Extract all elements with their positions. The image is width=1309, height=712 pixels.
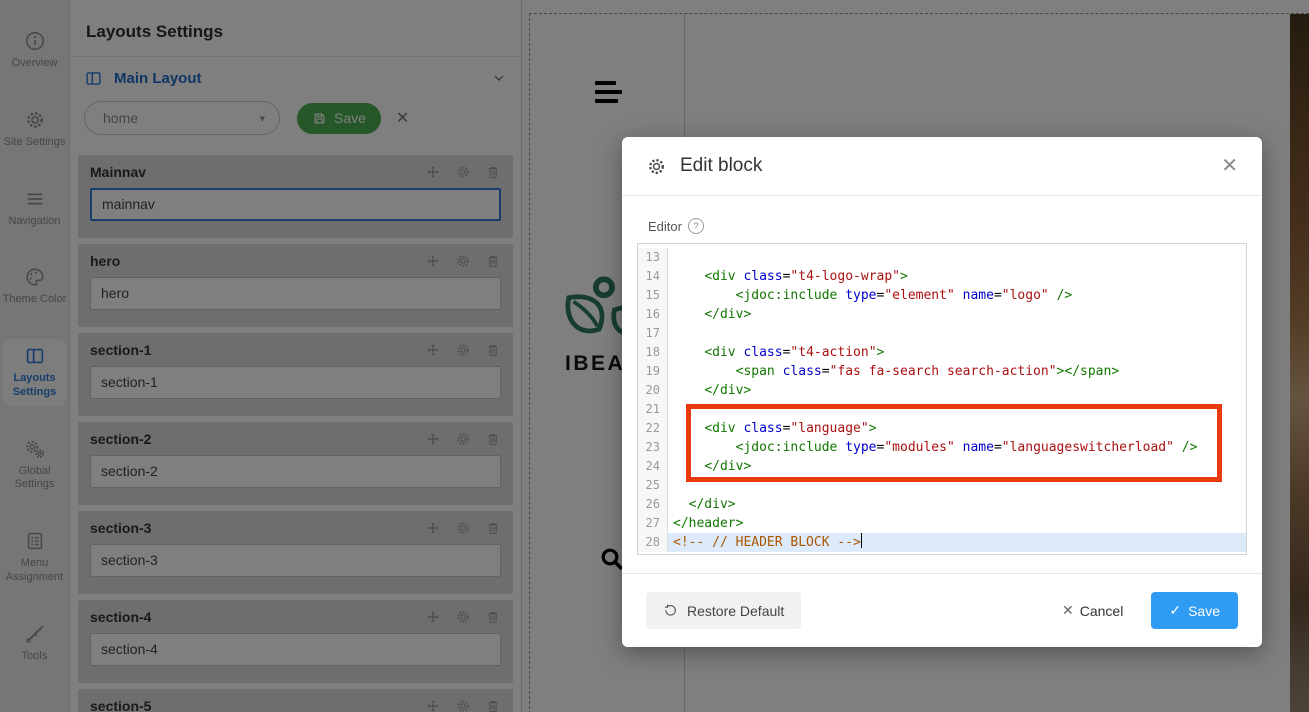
- code-line[interactable]: 17: [638, 324, 1246, 343]
- line-number: 28: [638, 533, 668, 552]
- modal-body: Editor ? 13 14 <div class="t4-logo-wrap">…: [622, 218, 1262, 555]
- line-number: 14: [638, 267, 668, 286]
- code-line[interactable]: 27 </header>: [638, 514, 1246, 533]
- line-number: 18: [638, 343, 668, 362]
- code-line[interactable]: 15 <jdoc:include type="element" name="lo…: [638, 286, 1246, 305]
- help-icon[interactable]: ?: [687, 218, 704, 234]
- line-number: 23: [638, 438, 668, 457]
- line-number: 24: [638, 457, 668, 476]
- line-number: 26: [638, 495, 668, 514]
- line-number: 19: [638, 362, 668, 381]
- code-line[interactable]: 25: [638, 476, 1246, 495]
- line-number: 22: [638, 419, 668, 438]
- code-line[interactable]: 24 </div>: [638, 457, 1246, 476]
- check-icon: ✓: [1169, 602, 1182, 618]
- restore-default-button[interactable]: Restore Default: [646, 592, 802, 629]
- modal-title: Edit block: [680, 155, 763, 176]
- code-line[interactable]: 18 <div class="t4-action">: [638, 343, 1246, 362]
- restore-icon: [665, 604, 676, 616]
- code-editor[interactable]: 13 14 <div class="t4-logo-wrap"> 15 <jdoc:…: [637, 243, 1247, 555]
- code-line[interactable]: 26 </div>: [638, 495, 1246, 514]
- line-number: 15: [638, 286, 668, 305]
- gear-icon: [646, 156, 667, 177]
- code-line[interactable]: 23 <jdoc:include type="modules" name="la…: [638, 438, 1246, 457]
- edit-block-modal: Edit block ✕ Editor ? 13 14 <div class="t…: [622, 137, 1262, 647]
- code-line[interactable]: 19 <span class="fas fa-search search-act…: [638, 362, 1246, 381]
- line-number: 20: [638, 381, 668, 400]
- line-number: 17: [638, 324, 668, 343]
- editor-field-label: Editor: [648, 218, 682, 234]
- text-cursor: [860, 533, 863, 548]
- line-number: 21: [638, 400, 668, 419]
- code-line[interactable]: 16 </div>: [638, 305, 1246, 324]
- code-line[interactable]: 13: [638, 248, 1246, 267]
- modal-save-button[interactable]: ✓ Save: [1151, 592, 1238, 629]
- app-window: OverviewSite SettingsNavigationTheme Col…: [0, 0, 1309, 712]
- line-number: 16: [638, 305, 668, 324]
- code-line[interactable]: 21: [638, 400, 1246, 419]
- modal-close-icon[interactable]: ✕: [1221, 156, 1238, 176]
- cancel-button[interactable]: ✕ Cancel: [1062, 602, 1123, 619]
- modal-header: Edit block ✕: [622, 137, 1262, 196]
- code-line[interactable]: 20 </div>: [638, 381, 1246, 400]
- code-line[interactable]: 28 <!-- // HEADER BLOCK -->: [638, 533, 1246, 552]
- line-number: 27: [638, 514, 668, 533]
- line-number: 25: [638, 476, 668, 495]
- modal-footer: Restore Default ✕ Cancel ✓ Save: [622, 573, 1262, 647]
- x-icon: ✕: [1062, 602, 1074, 618]
- code-line[interactable]: 14 <div class="t4-logo-wrap">: [638, 267, 1246, 286]
- line-number: 13: [638, 248, 668, 267]
- code-line[interactable]: 22 <div class="language">: [638, 419, 1246, 438]
